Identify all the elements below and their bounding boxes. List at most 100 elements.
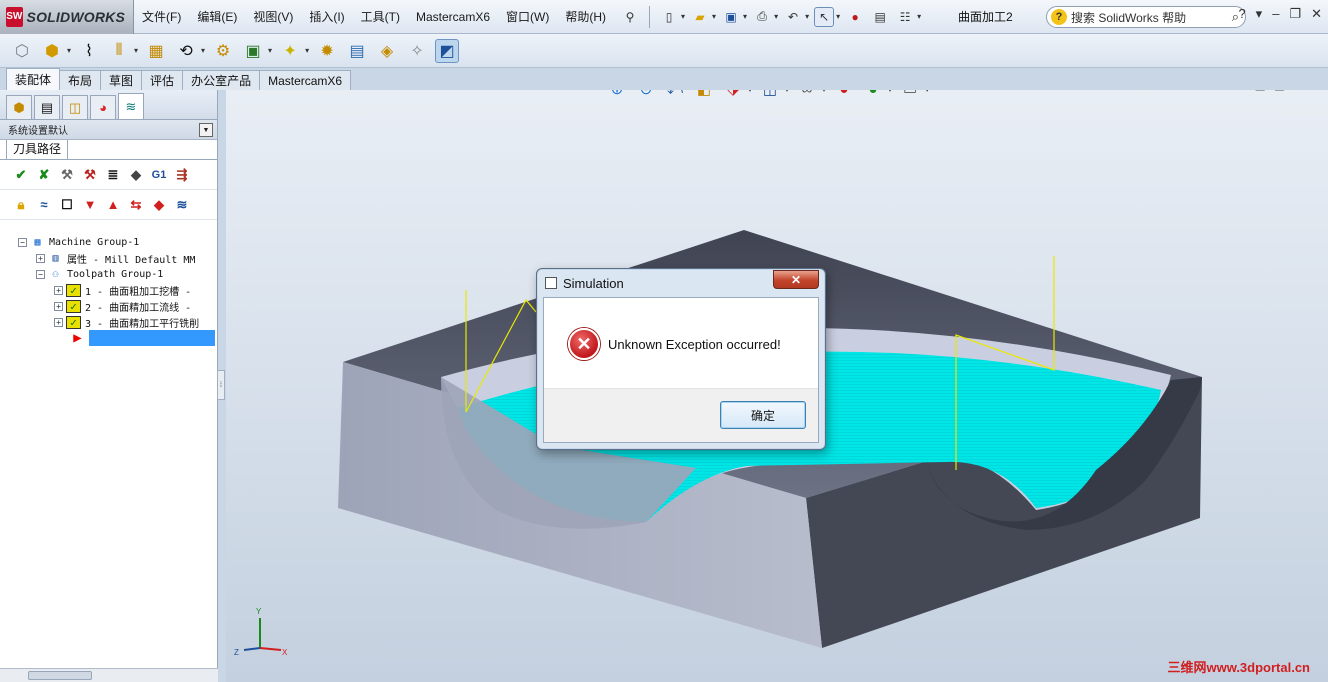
ok-button[interactable]: 确定 (720, 401, 806, 429)
tree-node-machine-group[interactable]: − ▦ Machine Group-1 (0, 234, 217, 250)
move-insert-down-icon[interactable]: ▼ (81, 196, 99, 214)
smart-fasteners-icon[interactable]: ▦ (144, 39, 168, 63)
menu-tools[interactable]: 工具(T) (353, 0, 408, 34)
chevron-down-icon[interactable]: ▼ (199, 123, 213, 137)
tree-node-operation-1[interactable]: + ✓ 1 - 曲面粗加工挖槽 - (0, 282, 217, 298)
tab-office-products[interactable]: 办公室产品 (182, 70, 261, 90)
chevron-down-icon[interactable]: ▾ (67, 46, 71, 55)
expand-icon[interactable]: + (54, 301, 63, 311)
undo-icon[interactable]: ↶ (783, 7, 803, 27)
tree-node-toolpath-group[interactable]: − ⚇ Toolpath Group-1 (0, 266, 217, 282)
menu-view[interactable]: 视图(V) (245, 0, 301, 34)
regenerate-dirty-icon[interactable]: ⚒ (81, 166, 99, 184)
tab-toolpaths[interactable]: 刀具路径 (6, 139, 69, 159)
panel-collapse-handle[interactable]: ⁞ (217, 370, 225, 400)
instant3d-icon[interactable]: ◩ (435, 38, 460, 63)
paperclip-icon[interactable]: ⌇ (77, 39, 101, 63)
linear-pattern-icon[interactable]: ⦀ (107, 39, 131, 63)
collapse-icon[interactable]: − (36, 269, 45, 279)
select-pointer-icon[interactable]: ↖ (814, 6, 835, 27)
tab-evaluate[interactable]: 评估 (141, 70, 184, 90)
menu-insert[interactable]: 插入(I) (301, 0, 352, 34)
operation-checked-icon[interactable]: ✓ (66, 315, 81, 329)
menu-help[interactable]: 帮助(H) (557, 0, 614, 34)
tab-layout[interactable]: 布局 (59, 70, 102, 90)
configuration-dropdown[interactable]: 系统设置默认 ▼ (0, 120, 217, 140)
insert-component-icon[interactable]: ⬡ (10, 39, 34, 63)
chevron-down-icon[interactable]: ▾ (201, 46, 205, 55)
toggle-toolpath-display-icon[interactable]: ≈ (35, 196, 53, 214)
exploded-view-icon[interactable]: ◈ (375, 39, 399, 63)
scroll-to-insert-icon[interactable]: ◆ (150, 196, 168, 214)
dialog-close-button[interactable]: ✕ (773, 270, 819, 289)
save-icon[interactable]: ▣ (721, 7, 741, 27)
restore-button[interactable]: ❐ (1289, 6, 1301, 22)
new-document-icon[interactable]: ▯ (659, 7, 679, 27)
print-icon[interactable]: ⎙ (752, 7, 772, 27)
toolpath-manager-tab-icon[interactable]: ≋ (118, 93, 144, 119)
operation-checked-icon[interactable]: ✓ (66, 299, 81, 313)
select-dirty-operations-icon[interactable]: ✘ (35, 166, 53, 184)
backplot-icon[interactable]: ≣ (104, 166, 122, 184)
explode-line-sketch-icon[interactable]: ✧ (405, 39, 429, 63)
insert-after-icon[interactable]: ⇆ (127, 196, 145, 214)
expand-icon[interactable]: + (54, 317, 63, 327)
help-icon[interactable]: ? (1238, 6, 1245, 22)
move-insert-up-icon[interactable]: ▲ (104, 196, 122, 214)
collapse-icon[interactable]: − (18, 237, 27, 247)
verify-icon[interactable]: ◆ (127, 166, 145, 184)
tab-mastercam[interactable]: MastercamX6 (259, 70, 352, 90)
help-search-box[interactable]: ? 搜索 SolidWorks 帮助 ⌕ (1046, 6, 1246, 28)
show-hidden-icon[interactable]: ⚙ (211, 39, 235, 63)
feature-manager-tab-icon[interactable]: ⬢ (6, 95, 32, 119)
assembly-features-icon[interactable]: ▣ (241, 39, 265, 63)
menu-edit[interactable]: 编辑(E) (189, 0, 245, 34)
help-search-input[interactable]: 搜索 SolidWorks 帮助 (1071, 9, 1232, 26)
move-component-icon[interactable]: ⟲ (174, 39, 198, 63)
configuration-manager-tab-icon[interactable]: ◫ (62, 95, 88, 119)
menu-window[interactable]: 窗口(W) (498, 0, 557, 34)
tree-node-properties[interactable]: + ▥ 属性 - Mill Default MM (0, 250, 217, 266)
high-feed-icon[interactable]: ⇶ (173, 166, 191, 184)
chevron-down-icon[interactable]: ▾ (268, 46, 272, 55)
scrollbar-thumb[interactable] (28, 671, 92, 680)
open-folder-icon[interactable]: ▰ (690, 7, 710, 27)
toggle-posting-icon[interactable]: ☐ (58, 196, 76, 214)
traffic-light-icon[interactable]: ● (845, 7, 865, 27)
chevron-down-icon[interactable]: ▾ (836, 12, 840, 21)
chevron-down-icon[interactable]: ▾ (743, 12, 747, 21)
tab-sketch[interactable]: 草图 (100, 70, 143, 90)
minimize-button[interactable]: – (1272, 6, 1279, 22)
menu-file[interactable]: 文件(F) (134, 0, 189, 34)
expand-icon[interactable]: + (36, 253, 45, 263)
operation-checked-icon[interactable]: ✓ (66, 283, 81, 297)
expand-icon[interactable]: + (54, 285, 63, 295)
solidworks-logo[interactable]: SW SOLIDWORKS (0, 0, 134, 34)
chevron-down-icon[interactable]: ▾ (917, 12, 921, 21)
menu-mastercam[interactable]: MastercamX6 (408, 0, 498, 34)
tab-assembly[interactable]: 装配体 (6, 68, 61, 90)
pin-icon[interactable]: ⚲ (620, 7, 640, 27)
chevron-down-icon[interactable]: ▾ (681, 12, 685, 21)
reference-geometry-icon[interactable]: ✦ (278, 39, 302, 63)
tree-node-operation-2[interactable]: + ✓ 2 - 曲面精加工流线 - (0, 298, 217, 314)
post-g1-icon[interactable]: G1 (150, 166, 168, 184)
tree-node-operation-3[interactable]: + ✓ 3 - 曲面精加工平行铣削 (0, 314, 217, 330)
mate-icon[interactable]: ⬢ (40, 39, 64, 63)
property-manager-tab-icon[interactable]: ▤ (34, 95, 60, 119)
chevron-down-icon[interactable]: ▾ (1256, 6, 1263, 22)
tree-node-insert-point[interactable]: ▶ (0, 330, 217, 346)
select-all-operations-icon[interactable]: ✔ (12, 166, 30, 184)
chevron-down-icon[interactable]: ▾ (774, 12, 778, 21)
chevron-down-icon[interactable]: ▾ (134, 46, 138, 55)
chevron-down-icon[interactable]: ▾ (712, 12, 716, 21)
show-selected-only-icon[interactable]: ≋ (173, 196, 191, 214)
close-button[interactable]: ✕ (1311, 6, 1322, 22)
chevron-down-icon[interactable]: ▾ (305, 46, 309, 55)
chevron-down-icon[interactable]: ▾ (805, 12, 809, 21)
options-icon[interactable]: ☷ (895, 7, 915, 27)
bill-of-materials-icon[interactable]: ▤ (345, 39, 369, 63)
lock-icon[interactable]: 🔒︎ (12, 196, 30, 214)
new-motion-study-icon[interactable]: ✹ (315, 39, 339, 63)
file-properties-icon[interactable]: ▤ (870, 7, 890, 27)
